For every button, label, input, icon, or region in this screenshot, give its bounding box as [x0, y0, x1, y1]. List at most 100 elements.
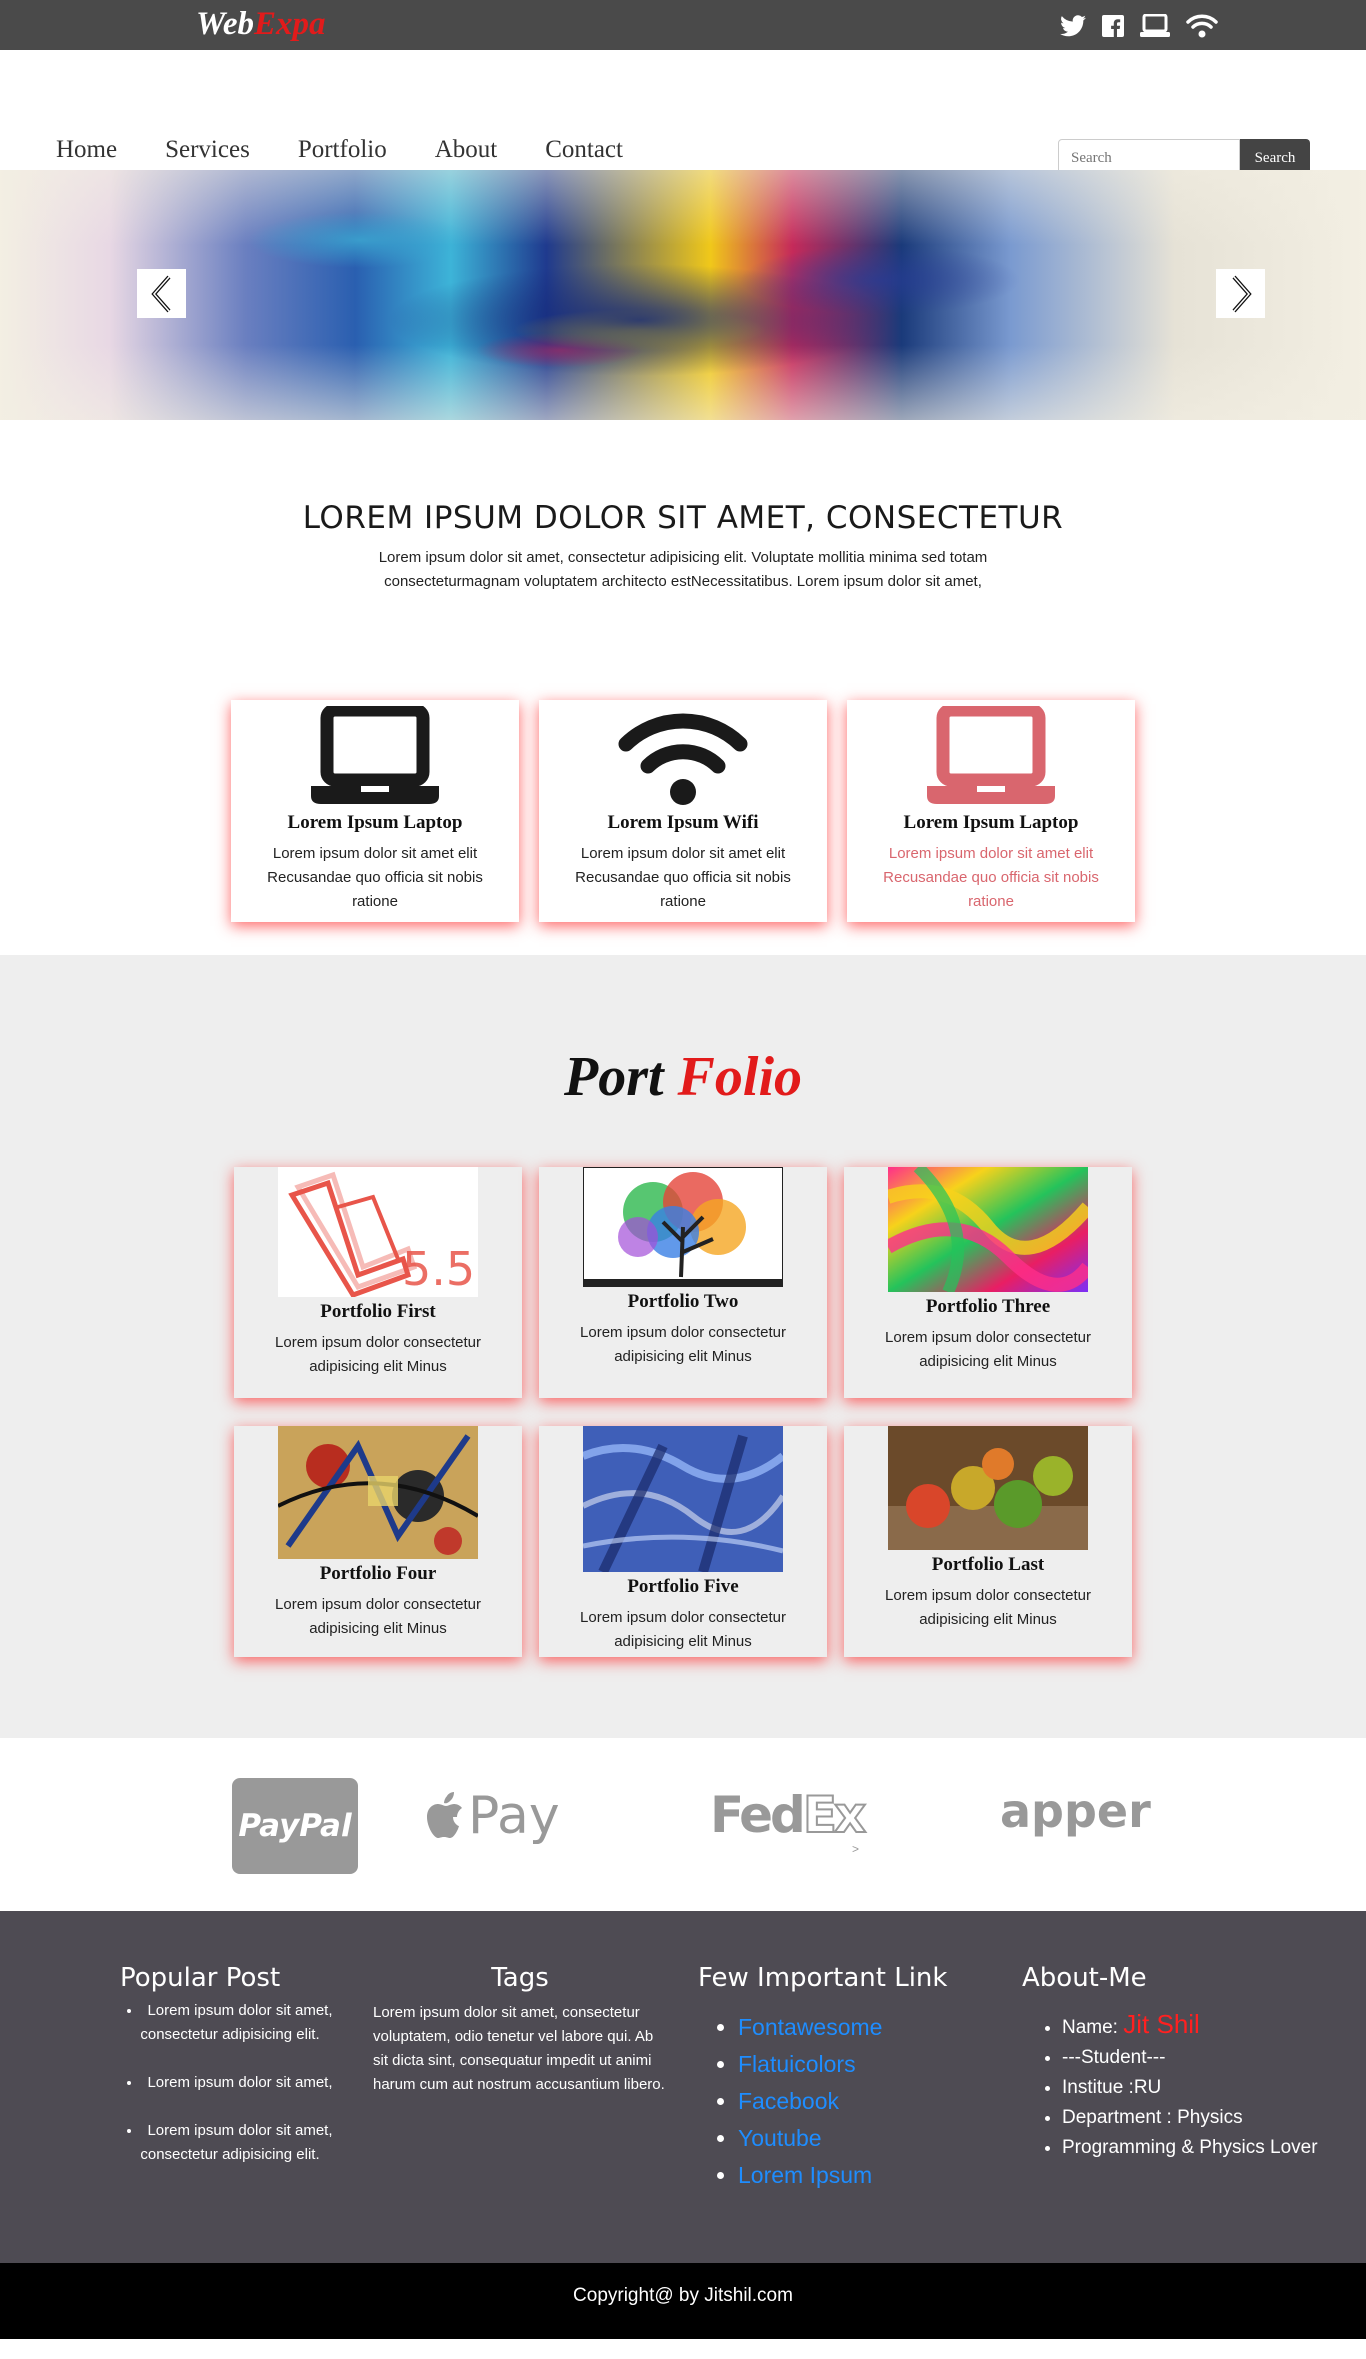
- about-item: Department : Physics: [1062, 2103, 1322, 2133]
- feature-title: Lorem Ipsum Laptop: [287, 812, 463, 833]
- portfolio-image: 5.5: [278, 1167, 478, 1297]
- portfolio-card-text: Lorem ipsum dolor consectetur adipisicin…: [580, 1324, 786, 1365]
- nav-contact[interactable]: Contact: [545, 136, 623, 164]
- wifi-icon[interactable]: [1186, 14, 1218, 38]
- nav-links: Home Services Portfolio About Contact: [56, 136, 671, 164]
- nav-services[interactable]: Services: [165, 136, 250, 164]
- chevron-right-icon: [1232, 275, 1252, 312]
- portfolio-image: [888, 1167, 1088, 1292]
- popular-post-item[interactable]: Lorem ipsum dolor sit amet,: [120, 2071, 340, 2095]
- portfolio-card-title: Portfolio Last: [931, 1554, 1045, 1575]
- carousel-next-button[interactable]: [1216, 269, 1265, 318]
- portfolio-card-text: Lorem ipsum dolor consectetur adipisicin…: [885, 1587, 1091, 1628]
- footer-tags-text: Lorem ipsum dolor sit amet, consectetur …: [373, 2004, 665, 2093]
- feature-title: Lorem Ipsum Laptop: [903, 812, 1079, 833]
- copyright-bar: Copyright@ by Jitshil.com: [0, 2263, 1366, 2339]
- site-footer: Popular Post Lorem ipsum dolor sit amet,…: [0, 1911, 1366, 2263]
- site-logo[interactable]: WebExpa: [196, 6, 326, 43]
- portfolio-card-title: Portfolio Three: [925, 1296, 1051, 1317]
- laptop-icon[interactable]: [1140, 14, 1170, 38]
- twitter-icon[interactable]: [1060, 15, 1086, 37]
- chevron-left-icon: [150, 275, 170, 312]
- feature-text: Lorem ipsum dolor sit amet elit Recusand…: [267, 845, 483, 910]
- about-item: Programming & Physics Lover: [1062, 2133, 1322, 2163]
- portfolio-card[interactable]: Portfolio Two Lorem ipsum dolor consecte…: [539, 1167, 827, 1398]
- footer-link-item: Lorem Ipsum: [738, 2157, 998, 2194]
- footer-about: About-Me Name: Jit Shil ---Student--- In…: [1022, 1963, 1322, 2163]
- copyright-text: Copyright@ by Jitshil.com: [573, 2285, 793, 2306]
- portfolio-card[interactable]: Portfolio Four Lorem ipsum dolor consect…: [234, 1426, 522, 1657]
- about-item: Institue :RU: [1062, 2073, 1322, 2103]
- fedex-fed-text: Fed: [710, 1786, 806, 1844]
- popular-post-item[interactable]: Lorem ipsum dolor sit amet, consectetur …: [120, 2119, 340, 2167]
- portfolio-card-title: Portfolio Four: [319, 1563, 437, 1584]
- portfolio-title-folio: Folio: [677, 1046, 803, 1108]
- portfolio-card-title: Portfolio Five: [627, 1576, 739, 1597]
- laravel-version-badge: 5.5: [402, 1242, 475, 1296]
- nav-about[interactable]: About: [435, 136, 498, 164]
- portfolio-title: Port Folio: [0, 1045, 1366, 1109]
- fedex-mark: >: [852, 1842, 860, 1856]
- portfolio-card-text: Lorem ipsum dolor consectetur adipisicin…: [580, 1609, 786, 1650]
- nav-portfolio[interactable]: Portfolio: [298, 136, 387, 164]
- footer-tags: Tags Lorem ipsum dolor sit amet, consect…: [373, 1963, 673, 2097]
- fedex-logo: FedEx >: [710, 1785, 867, 1856]
- footer-link-item: Youtube: [738, 2120, 998, 2157]
- about-name-row: Name: Jit Shil: [1062, 2009, 1322, 2043]
- applepay-logo: Pay: [424, 1786, 560, 1846]
- social-icons: [1060, 14, 1218, 38]
- facebook-icon[interactable]: [1102, 15, 1124, 37]
- payment-partners: PayPal Pay FedEx > apper: [0, 1738, 1366, 1911]
- footer-link-item: Fontawesome: [738, 2009, 998, 2046]
- feature-title: Lorem Ipsum Wifi: [607, 812, 759, 833]
- wifi-icon: [618, 713, 748, 805]
- footer-link-item: Facebook: [738, 2083, 998, 2120]
- portfolio-card-title: Portfolio First: [320, 1301, 436, 1322]
- about-item: ---Student---: [1062, 2043, 1322, 2073]
- apper-text: apper: [1000, 1784, 1151, 1838]
- logo-part-web: Web: [196, 6, 255, 42]
- portfolio-card[interactable]: Portfolio Five Lorem ipsum dolor consect…: [539, 1426, 827, 1657]
- main-navbar: Home Services Portfolio About Contact Se…: [0, 50, 1366, 178]
- intro-heading: LOREM IPSUM DOLOR SIT AMET, CONSECTETUR: [302, 500, 1064, 536]
- feature-text: Lorem ipsum dolor sit amet elit Recusand…: [883, 845, 1099, 910]
- portfolio-card[interactable]: Portfolio Last Lorem ipsum dolor consect…: [844, 1426, 1132, 1657]
- footer-link-lorem[interactable]: Lorem Ipsum: [738, 2162, 872, 2188]
- portfolio-grid: 5.5 Portfolio First Lorem ipsum dolor co…: [234, 1167, 1132, 1657]
- about-name-label: Name:: [1062, 2017, 1118, 2038]
- footer-about-title: About-Me: [1022, 1963, 1147, 1993]
- portfolio-image: [278, 1426, 478, 1559]
- footer-link-facebook[interactable]: Facebook: [738, 2088, 839, 2114]
- about-name-value: Jit Shil: [1123, 2009, 1200, 2039]
- features-section: Lorem Ipsum Laptop Lorem ipsum dolor sit…: [0, 700, 1366, 955]
- portfolio-image: [583, 1167, 783, 1287]
- portfolio-card[interactable]: Portfolio Three Lorem ipsum dolor consec…: [844, 1167, 1132, 1398]
- hero-carousel: [0, 170, 1366, 420]
- feature-card: Lorem Ipsum Wifi Lorem ipsum dolor sit a…: [539, 700, 827, 922]
- footer-popular-title: Popular Post: [120, 1963, 281, 1993]
- nav-home[interactable]: Home: [56, 136, 117, 164]
- portfolio-section: Port Folio 5.5 Portfolio First Lorem ips…: [0, 955, 1366, 1738]
- laptop-icon: [927, 706, 1055, 804]
- footer-links: Few Important Link Fontawesome Flatuicol…: [698, 1963, 998, 2194]
- footer-link-youtube[interactable]: Youtube: [738, 2125, 822, 2151]
- portfolio-title-port: Port: [563, 1046, 664, 1108]
- paypal-text: PayPal: [238, 1808, 352, 1844]
- fedex-ex-text: Ex: [802, 1785, 867, 1845]
- popular-post-item[interactable]: Lorem ipsum dolor sit amet, consectetur …: [120, 1999, 340, 2047]
- portfolio-card-text: Lorem ipsum dolor consectetur adipisicin…: [275, 1596, 481, 1637]
- portfolio-image: [583, 1426, 783, 1572]
- carousel-prev-button[interactable]: [137, 269, 186, 318]
- footer-link-item: Flatuicolors: [738, 2046, 998, 2083]
- portfolio-card-text: Lorem ipsum dolor consectetur adipisicin…: [275, 1334, 481, 1375]
- feature-card: Lorem Ipsum Laptop Lorem ipsum dolor sit…: [231, 700, 519, 922]
- footer-link-flatuicolors[interactable]: Flatuicolors: [738, 2051, 856, 2077]
- apper-logo: apper: [1000, 1784, 1151, 1838]
- footer-links-title: Few Important Link: [698, 1963, 948, 1993]
- feature-text: Lorem ipsum dolor sit amet elit Recusand…: [575, 845, 791, 910]
- footer-link-fontawesome[interactable]: Fontawesome: [738, 2014, 882, 2040]
- portfolio-card[interactable]: 5.5 Portfolio First Lorem ipsum dolor co…: [234, 1167, 522, 1398]
- logo-part-expa: Expa: [254, 6, 326, 42]
- portfolio-card-text: Lorem ipsum dolor consectetur adipisicin…: [885, 1329, 1091, 1370]
- footer-popular-posts: Popular Post Lorem ipsum dolor sit amet,…: [120, 1963, 340, 2191]
